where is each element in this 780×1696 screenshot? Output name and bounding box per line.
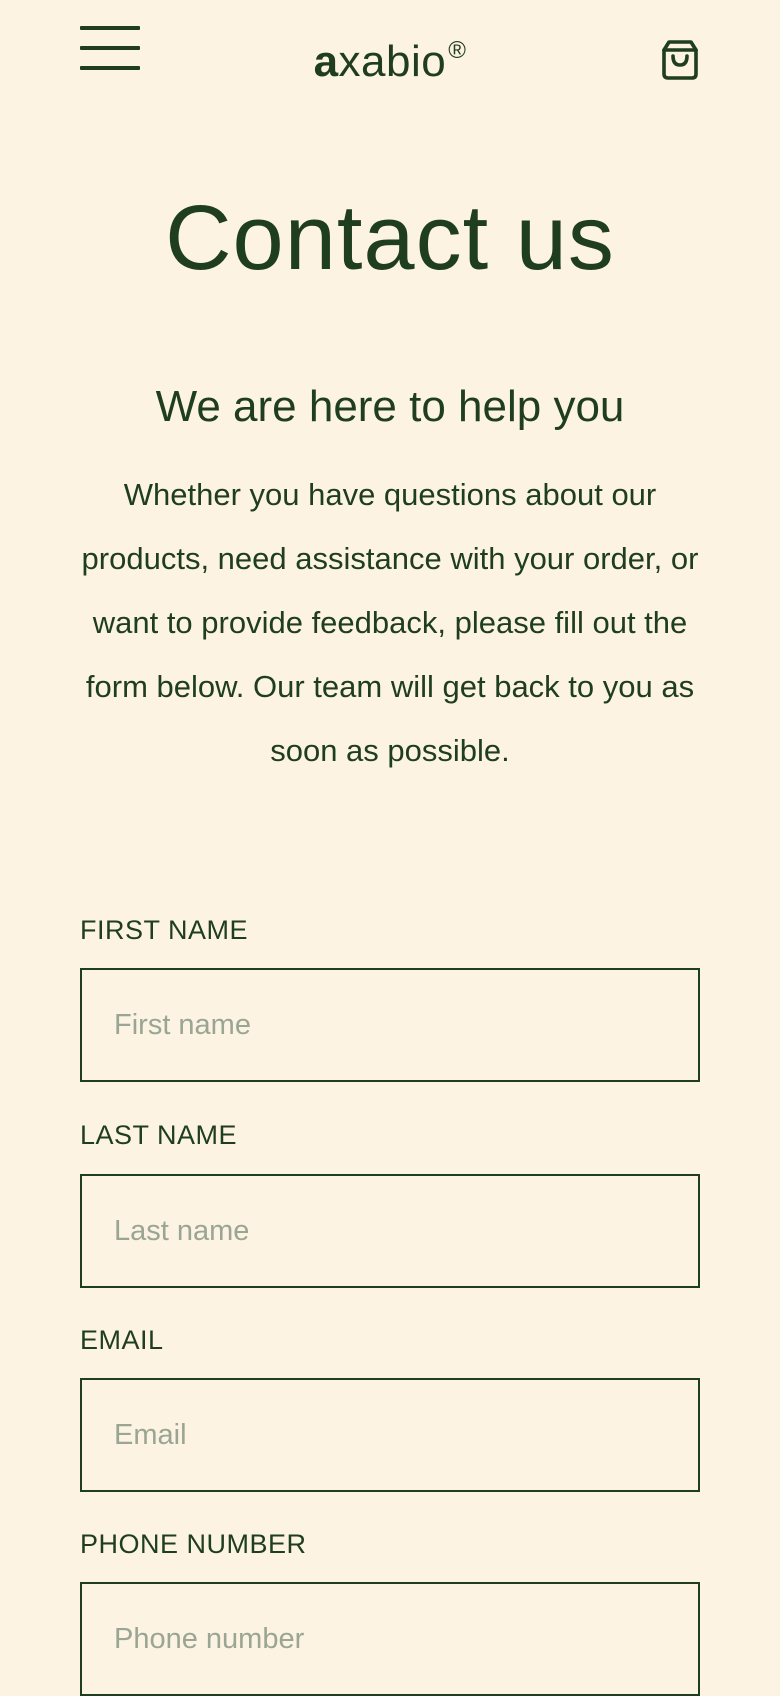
first-name-input[interactable] bbox=[80, 968, 700, 1082]
shopping-bag-icon bbox=[662, 40, 698, 80]
last-name-input[interactable] bbox=[80, 1174, 700, 1288]
cart-button[interactable] bbox=[660, 38, 700, 82]
registered-mark: ® bbox=[448, 37, 467, 64]
email-label: EMAIL bbox=[80, 1325, 164, 1355]
phone-number-label: PHONE NUMBER bbox=[80, 1529, 307, 1559]
page-title: Contact us bbox=[165, 187, 615, 289]
first-name-label: FIRST NAME bbox=[80, 915, 249, 945]
brand-logo-lead: a bbox=[313, 37, 339, 86]
page-subtitle: We are here to help you bbox=[155, 382, 625, 431]
intro-text: Whether you have questions about our pro… bbox=[81, 477, 699, 768]
email-input[interactable] bbox=[80, 1378, 700, 1492]
brand-logo-text: xabio bbox=[338, 37, 447, 86]
phone-number-input[interactable] bbox=[80, 1582, 700, 1696]
last-name-label: LAST NAME bbox=[80, 1120, 238, 1150]
site-header: axabio® bbox=[0, 0, 780, 110]
